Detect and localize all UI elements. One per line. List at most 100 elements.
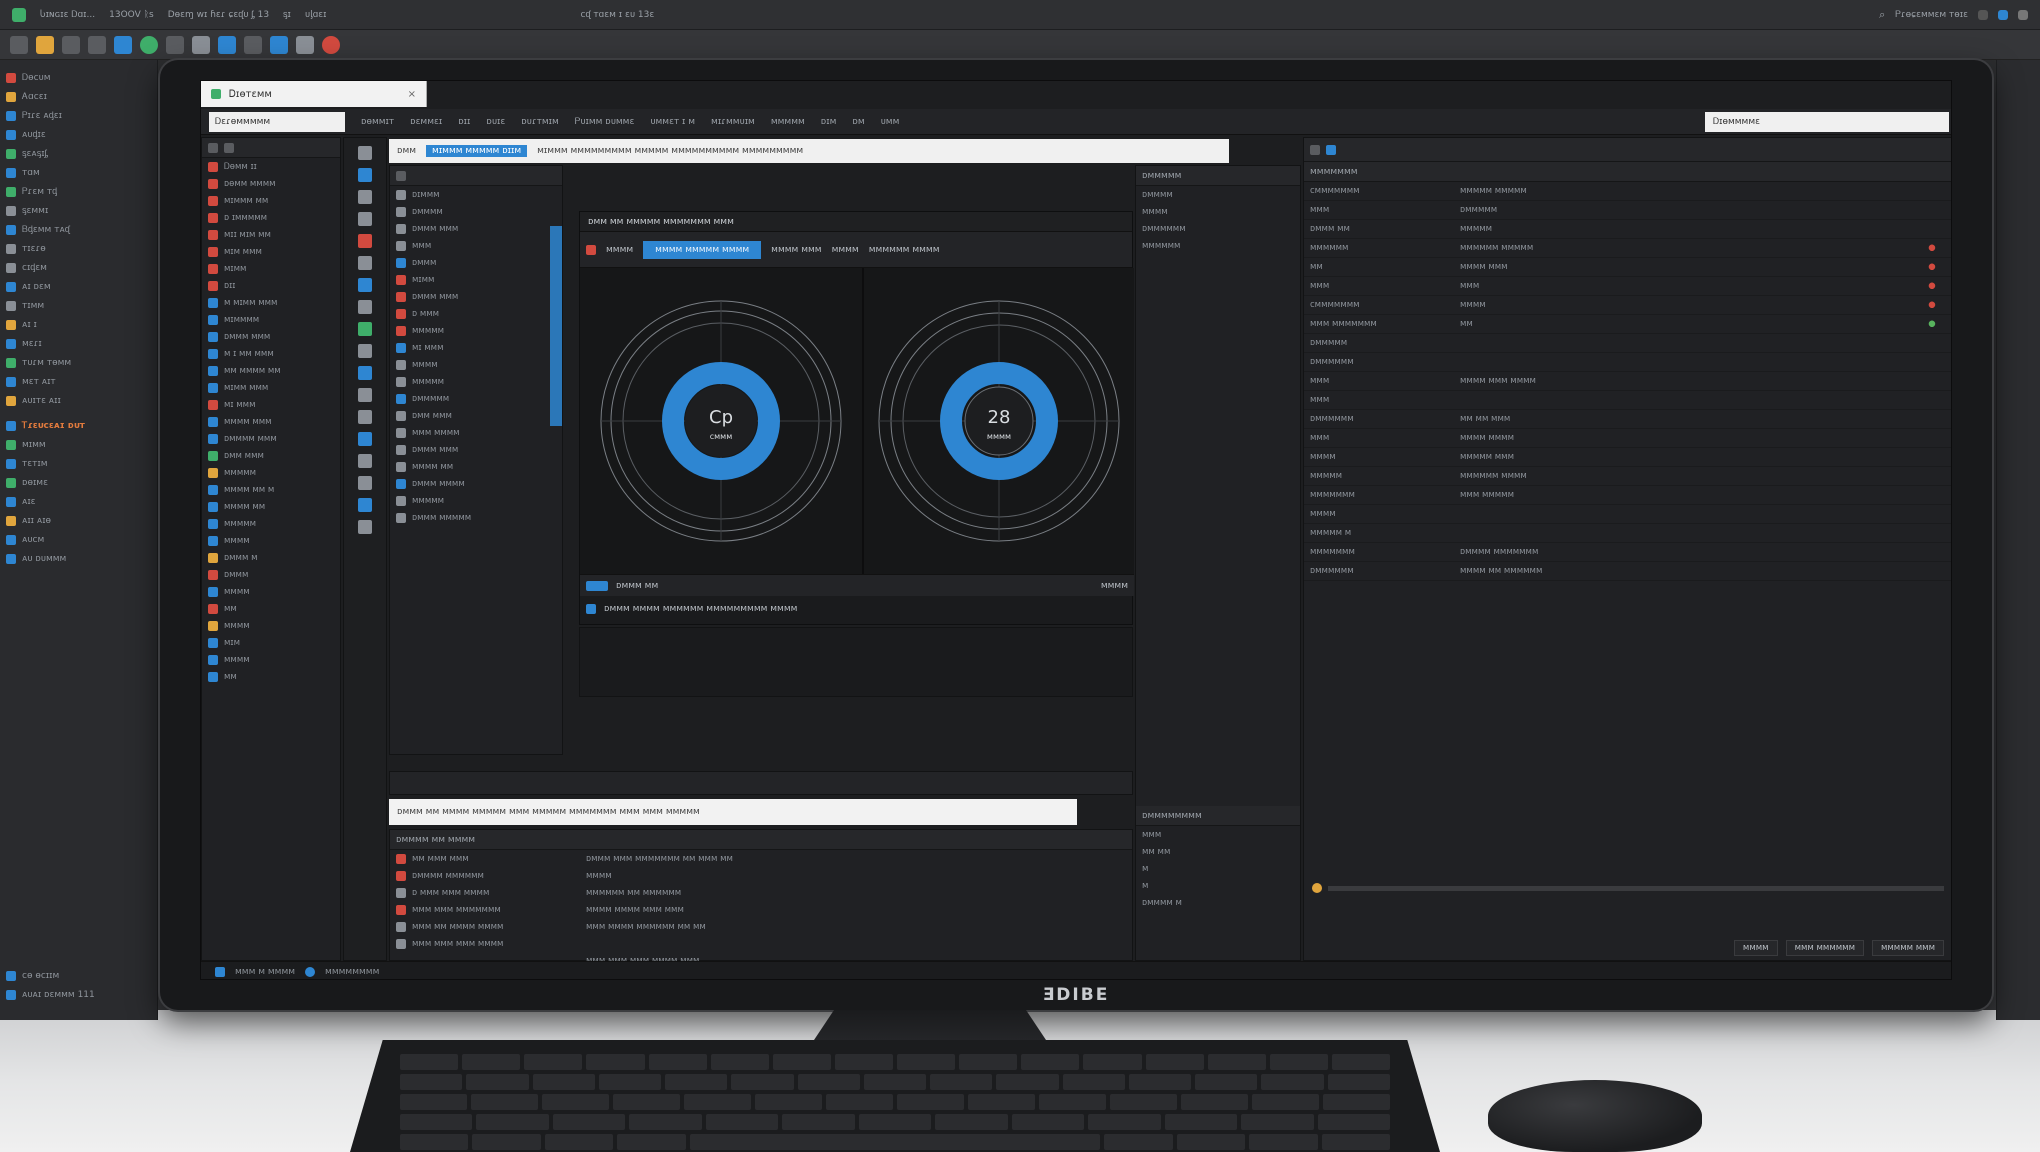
layer-item[interactable]: ᴍᴍᴍᴍ ᴍᴍ <box>390 458 562 475</box>
project-item[interactable]: ᴍɪᴍ ᴍᴍᴍ <box>202 243 340 260</box>
play-icon[interactable] <box>218 35 236 54</box>
layer-item[interactable]: ᴍᴍᴍᴍ <box>390 356 562 373</box>
layer-item[interactable]: ᴅᴍᴍᴍ <box>390 254 562 271</box>
property-row[interactable]: ᴅᴍᴍᴍᴍᴍᴍ ᴍᴍᴍᴍ ᴍᴍ ᴍᴍᴍᴍᴍᴍ <box>1304 562 1951 581</box>
property-row[interactable]: ᴍᴍᴍᴍᴍ ᴍ <box>1304 524 1951 543</box>
globe-icon[interactable] <box>140 35 158 54</box>
tool-icon[interactable] <box>358 146 372 160</box>
property-row[interactable]: ᴍᴍᴍ <box>1304 391 1951 410</box>
host-sidebar-item[interactable]: ᴍɪᴍᴍ <box>6 435 151 454</box>
project-item[interactable]: ᴍᴍᴍᴍ ᴍᴍ <box>202 498 340 515</box>
menu-item[interactable]: ᴍᴍᴍᴍᴍ <box>771 117 805 127</box>
project-item[interactable]: ᴅᴍᴍᴍ ᴍᴍᴍ <box>202 328 340 345</box>
viewer-tab[interactable]: ᴍᴍᴍᴍ <box>606 245 633 255</box>
project-item[interactable]: ᴍɪᴍᴍᴍᴍ <box>202 311 340 328</box>
inspector-item[interactable]: ᴍ <box>1136 860 1300 877</box>
project-item[interactable]: ᴍɪᴍᴍ <box>202 260 340 277</box>
host-title-item[interactable]: Ⴑɪɴɢɪɛ Ꭰɑɪ... <box>40 10 95 20</box>
host-sidebar-item[interactable]: ᴍɛɾɪ <box>6 334 151 353</box>
record-icon[interactable] <box>586 244 596 255</box>
menu-item[interactable]: ᴅɪᴍ <box>821 117 837 127</box>
host-sidebar-item[interactable]: ᴛᴜɾᴍ ᴛɵᴍᴍ <box>6 353 151 372</box>
project-item[interactable]: ᴅᴍᴍ ᴍᴍᴍ <box>202 447 340 464</box>
tool-icon[interactable] <box>358 190 372 204</box>
settings-icon[interactable] <box>1310 144 1320 155</box>
project-item[interactable]: ᴍɪᴍᴍ ᴍᴍᴍ <box>202 379 340 396</box>
layer-item[interactable]: ᴅᴍᴍᴍ ᴍᴍᴍ <box>390 288 562 305</box>
console-list-item[interactable]: ᴅᴍᴍᴍᴍ ᴍᴍᴍᴍᴍᴍ <box>390 867 540 884</box>
palette-icon[interactable] <box>322 35 340 54</box>
viewer-tab-active[interactable]: ᴍᴍᴍᴍ ᴍᴍᴍᴍᴍ ᴍᴍᴍᴍ <box>643 240 762 259</box>
app-title-tab[interactable]: Ꭰɪɵᴛɛᴍᴍ × <box>201 81 427 107</box>
project-item[interactable]: ᴍɪ ᴍᴍᴍ <box>202 396 340 413</box>
layer-item[interactable]: ᴍᴍᴍ <box>390 237 562 254</box>
search-icon[interactable]: ⌕ <box>1879 8 1885 22</box>
tool-icon[interactable] <box>358 256 372 270</box>
project-item[interactable]: ᴍɪᴍᴍᴍ ᴍᴍ <box>202 192 340 209</box>
project-item[interactable]: ᴅ ɪᴍᴍᴍᴍᴍ <box>202 209 340 226</box>
property-row[interactable]: ᴍᴍᴍᴍ <box>1304 505 1951 524</box>
timeline-icon[interactable] <box>586 580 608 591</box>
host-sidebar-item[interactable]: ᴛɛᴛɪᴍ <box>6 454 151 473</box>
project-item[interactable]: ᴍᴍᴍᴍ ᴍᴍ ᴍ <box>202 481 340 498</box>
back-icon[interactable] <box>10 35 28 54</box>
progress-track[interactable] <box>1328 885 1944 891</box>
tool-icon[interactable] <box>358 300 372 314</box>
menu-item[interactable]: ᴅᴍ <box>852 117 864 127</box>
host-sidebar-item[interactable]: ᴀɪɪ ᴀɪɵ <box>6 511 151 530</box>
viewer-tab[interactable]: ᴍᴍᴍᴍ <box>832 245 859 255</box>
layer-item[interactable]: ᴍᴍᴍᴍᴍ <box>390 492 562 509</box>
tool-icon[interactable] <box>358 498 372 512</box>
layer-item[interactable]: ᴅ ᴍᴍᴍ <box>390 305 562 322</box>
project-item[interactable]: ᴍᴍ <box>202 668 340 685</box>
property-row[interactable]: ᴅᴍᴍᴍᴍᴍᴍ <box>1304 353 1951 372</box>
layer-item[interactable]: ᴅᴍᴍᴍ ᴍᴍᴍ <box>390 441 562 458</box>
footer-button[interactable]: ᴍᴍᴍᴍ <box>1733 940 1778 956</box>
host-sidebar-item[interactable]: ᶊɛᴍᴍɪ <box>6 201 151 220</box>
layer-item[interactable]: ᴅᴍᴍᴍ ᴍᴍᴍᴍᴍ <box>390 509 562 526</box>
inspector-item[interactable]: ᴍᴍ ᴍᴍ <box>1136 843 1300 860</box>
inspector-item[interactable]: ᴍᴍᴍ <box>1136 826 1300 843</box>
folder-icon[interactable] <box>36 35 54 54</box>
tool-icon[interactable] <box>358 410 372 424</box>
project-item[interactable]: ᴍ ᴍɪᴍᴍ ᴍᴍᴍ <box>202 294 340 311</box>
project-item[interactable]: ᴍᴍᴍᴍ <box>202 583 340 600</box>
project-item[interactable]: ᴅɪɪ <box>202 277 340 294</box>
menu-item[interactable]: ᴅɪɪ <box>458 117 470 127</box>
project-item[interactable]: ᴍᴍᴍᴍᴍ <box>202 464 340 481</box>
project-item[interactable]: ᴅɵᴍᴍ ᴍᴍᴍᴍ <box>202 175 340 192</box>
inspector-item[interactable]: ᴅᴍᴍᴍᴍ <box>1136 186 1300 203</box>
property-row[interactable]: ᴅᴍᴍᴍᴍᴍᴍ ᴍᴍ ᴍᴍ ᴍᴍᴍ <box>1304 410 1951 429</box>
host-sidebar-item[interactable]: ᴀɪɛ <box>6 492 151 511</box>
console-list-item[interactable]: ᴍᴍᴍ ᴍᴍᴍ ᴍᴍᴍᴍᴍᴍᴍ <box>390 901 540 918</box>
project-item[interactable]: ᴍᴍᴍᴍ <box>202 532 340 549</box>
menu-item[interactable]: ᴅɛᴍᴍɛɪ <box>410 117 442 127</box>
tool-icon[interactable] <box>358 168 372 182</box>
host-sidebar-item[interactable]: ᴍɛᴛ ᴀɪᴛ <box>6 372 151 391</box>
project-item[interactable]: ᴍᴍᴍᴍ <box>202 651 340 668</box>
grid-icon[interactable] <box>296 35 314 54</box>
layer-item[interactable]: ᴍɪᴍᴍ <box>390 271 562 288</box>
tool-icon[interactable] <box>358 454 372 468</box>
layers-icon[interactable] <box>244 35 262 54</box>
project-item[interactable]: ᴍ ɪ ᴍᴍ ᴍᴍᴍ <box>202 345 340 362</box>
host-sidebar-item[interactable]: Ᏼᶁɛᴍᴍ ᴛᴀᶑ <box>6 220 151 239</box>
host-sidebar-item[interactable]: ᴄɪᶁɛᴍ <box>6 258 151 277</box>
taskbar-app-icon[interactable] <box>305 966 316 977</box>
wand-icon[interactable] <box>192 35 210 54</box>
property-row[interactable]: ᴍᴍᴍ ᴅᴍᴍᴍᴍᴍ <box>1304 201 1951 220</box>
host-sidebar-item[interactable]: ᴀᴜᴄᴍ <box>6 530 151 549</box>
address-bar[interactable]: ᴅᴍᴍ ᴍɪᴍᴍᴍ ᴍᴍᴍᴍᴍ ᴅɪɪᴍ ᴍɪᴍᴍᴍ ᴍᴍᴍᴍᴍᴍᴍᴍᴍ ᴍᴍᴍ… <box>389 139 1229 163</box>
tool-icon[interactable] <box>358 278 372 292</box>
host-title-item[interactable]: ᶊɪ <box>283 9 291 20</box>
host-sidebar-item[interactable]: ᴛɪɛɾɵ <box>6 239 151 258</box>
host-sidebar-item[interactable]: Ꭰɵᴄᴜᴍ <box>6 68 151 87</box>
host-sidebar-item[interactable]: Ꮲɪɾɛ ᴀᶁɛɪ <box>6 106 151 125</box>
menu-item[interactable]: ᴍɪɾᴍᴍᴜɪᴍ <box>711 117 755 127</box>
host-sidebar-item[interactable]: Ꭺɑᴄɛɪ <box>6 87 151 106</box>
project-item[interactable]: ᴍᴍᴍᴍ ᴍᴍᴍ <box>202 413 340 430</box>
host-sidebar-item[interactable]: ᴅɵɪᴍɛ <box>6 473 151 492</box>
minimize-icon[interactable] <box>1978 9 1988 20</box>
tool-icon[interactable] <box>358 520 372 534</box>
inspector-item[interactable]: ᴅᴍᴍᴍᴍᴍᴍ <box>1136 220 1300 237</box>
